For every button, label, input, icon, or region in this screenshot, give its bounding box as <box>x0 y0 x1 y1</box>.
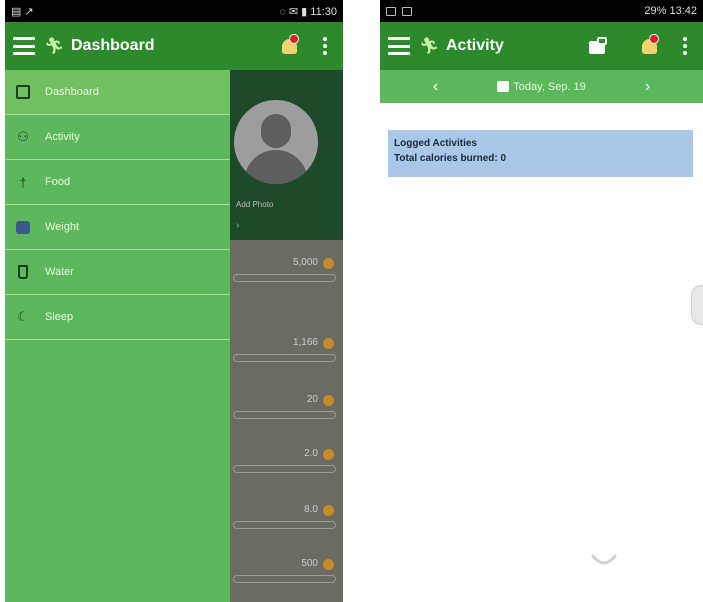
menu-icon[interactable] <box>388 37 410 55</box>
avatar[interactable] <box>234 100 318 184</box>
notification-badge <box>649 34 659 44</box>
status-bar: 29% 13:42 <box>380 0 703 22</box>
date-navigator: ‹ Today, Sep. 19 › <box>380 70 703 103</box>
notification-icon <box>386 6 396 16</box>
notification-icon <box>402 6 412 16</box>
progress-bar <box>233 575 336 583</box>
notification-badge <box>289 34 299 44</box>
drawer-item-weight[interactable]: Weight <box>5 205 230 250</box>
goal-value: 2.0 <box>304 448 318 459</box>
drawer-item-food[interactable]: † Food <box>5 160 230 205</box>
badge-icon <box>323 559 334 570</box>
side-handle[interactable] <box>691 285 703 325</box>
drawer-item-label: Food <box>45 176 71 188</box>
page-title: Dashboard <box>71 37 155 54</box>
add-photo-label[interactable]: Add Photo <box>236 200 273 209</box>
drawer-item-dashboard[interactable]: Dashboard <box>5 70 230 115</box>
profile-area: Add Photo <box>230 70 343 220</box>
calendar-icon <box>497 81 510 92</box>
goal-row: 500 <box>233 556 338 586</box>
goal-row: 20 <box>233 392 338 422</box>
water-icon <box>15 264 31 280</box>
status-right: 29% 13:42 <box>644 5 697 17</box>
loading-spinner-icon <box>591 554 617 565</box>
status-left: ▤ ↗ <box>11 5 34 18</box>
add-activity-icon[interactable] <box>589 37 611 55</box>
badge-icon <box>323 338 334 349</box>
logged-activities-panel: Logged Activities Total calories burned:… <box>388 130 693 177</box>
date-label: Today, Sep. 19 <box>513 80 586 93</box>
progress-bar <box>233 521 336 529</box>
status-right: ◌ ✉ ▮ 11:30 <box>279 5 337 18</box>
overflow-menu-icon[interactable] <box>675 37 695 55</box>
weight-icon <box>15 219 31 235</box>
activity-icon: ⚇ <box>17 129 29 144</box>
drawer-item-label: Water <box>45 266 74 278</box>
logged-activities-title: Logged Activities <box>394 138 477 149</box>
notification-bell-icon[interactable] <box>635 32 663 60</box>
app-toolbar: 🏃︎ Dashboard <box>5 22 343 70</box>
previous-day-icon[interactable]: ‹ <box>425 78 447 96</box>
dashboard-screen: ▤ ↗ ◌ ✉ ▮ 11:30 🏃︎ Dashboard Add Photo ›… <box>5 0 343 602</box>
date-picker[interactable]: Today, Sep. 19 <box>487 81 597 93</box>
page-title: Activity <box>446 37 504 54</box>
badge-icon <box>323 395 334 406</box>
activity-screen: 29% 13:42 🏃︎ Activity ‹ Today, Sep. 19 ›… <box>380 0 703 602</box>
drawer-item-label: Activity <box>45 131 80 143</box>
drawer-item-label: Sleep <box>45 311 74 323</box>
badge-icon <box>323 258 334 269</box>
progress-bar <box>233 411 336 419</box>
goal-row: 8.0 <box>233 502 338 532</box>
progress-bar <box>233 465 336 473</box>
status-bar: ▤ ↗ ◌ ✉ ▮ 11:30 <box>5 0 343 22</box>
goal-value: 5,000 <box>292 257 318 268</box>
overflow-menu-icon[interactable] <box>315 37 335 55</box>
badge-icon <box>323 505 334 516</box>
goal-value: 500 <box>301 558 318 569</box>
goal-value: 1,166 <box>292 337 318 348</box>
food-icon: † <box>19 174 27 190</box>
chevron-right-icon[interactable]: › <box>230 220 343 240</box>
progress-bar <box>233 354 336 362</box>
drawer-item-label: Weight <box>45 221 80 233</box>
activity-icon: 🏃︎ <box>418 38 440 55</box>
goal-value: 20 <box>306 394 318 405</box>
goal-row: 2.0 <box>233 446 338 476</box>
badge-icon <box>323 449 334 460</box>
goal-value: 8.0 <box>304 504 318 515</box>
app-logo-icon: 🏃︎ <box>43 38 65 55</box>
goal-row: 1,166 <box>233 335 338 365</box>
progress-bar <box>233 274 336 282</box>
navigation-drawer: Dashboard ⚇ Activity † Food Weight Water… <box>5 70 230 602</box>
drawer-item-sleep[interactable]: ☾ Sleep <box>5 295 230 340</box>
next-day-icon[interactable]: › <box>637 78 659 96</box>
notification-bell-icon[interactable] <box>275 32 303 60</box>
menu-icon[interactable] <box>13 37 35 55</box>
app-toolbar: 🏃︎ Activity <box>380 22 703 70</box>
dashboard-icon <box>15 84 31 100</box>
goal-row: 5,000 <box>233 255 338 285</box>
drawer-item-activity[interactable]: ⚇ Activity <box>5 115 230 160</box>
total-calories-text: Total calories burned: 0 <box>394 153 507 164</box>
drawer-item-water[interactable]: Water <box>5 250 230 295</box>
drawer-item-label: Dashboard <box>45 86 99 98</box>
sleep-icon: ☾ <box>17 309 29 324</box>
